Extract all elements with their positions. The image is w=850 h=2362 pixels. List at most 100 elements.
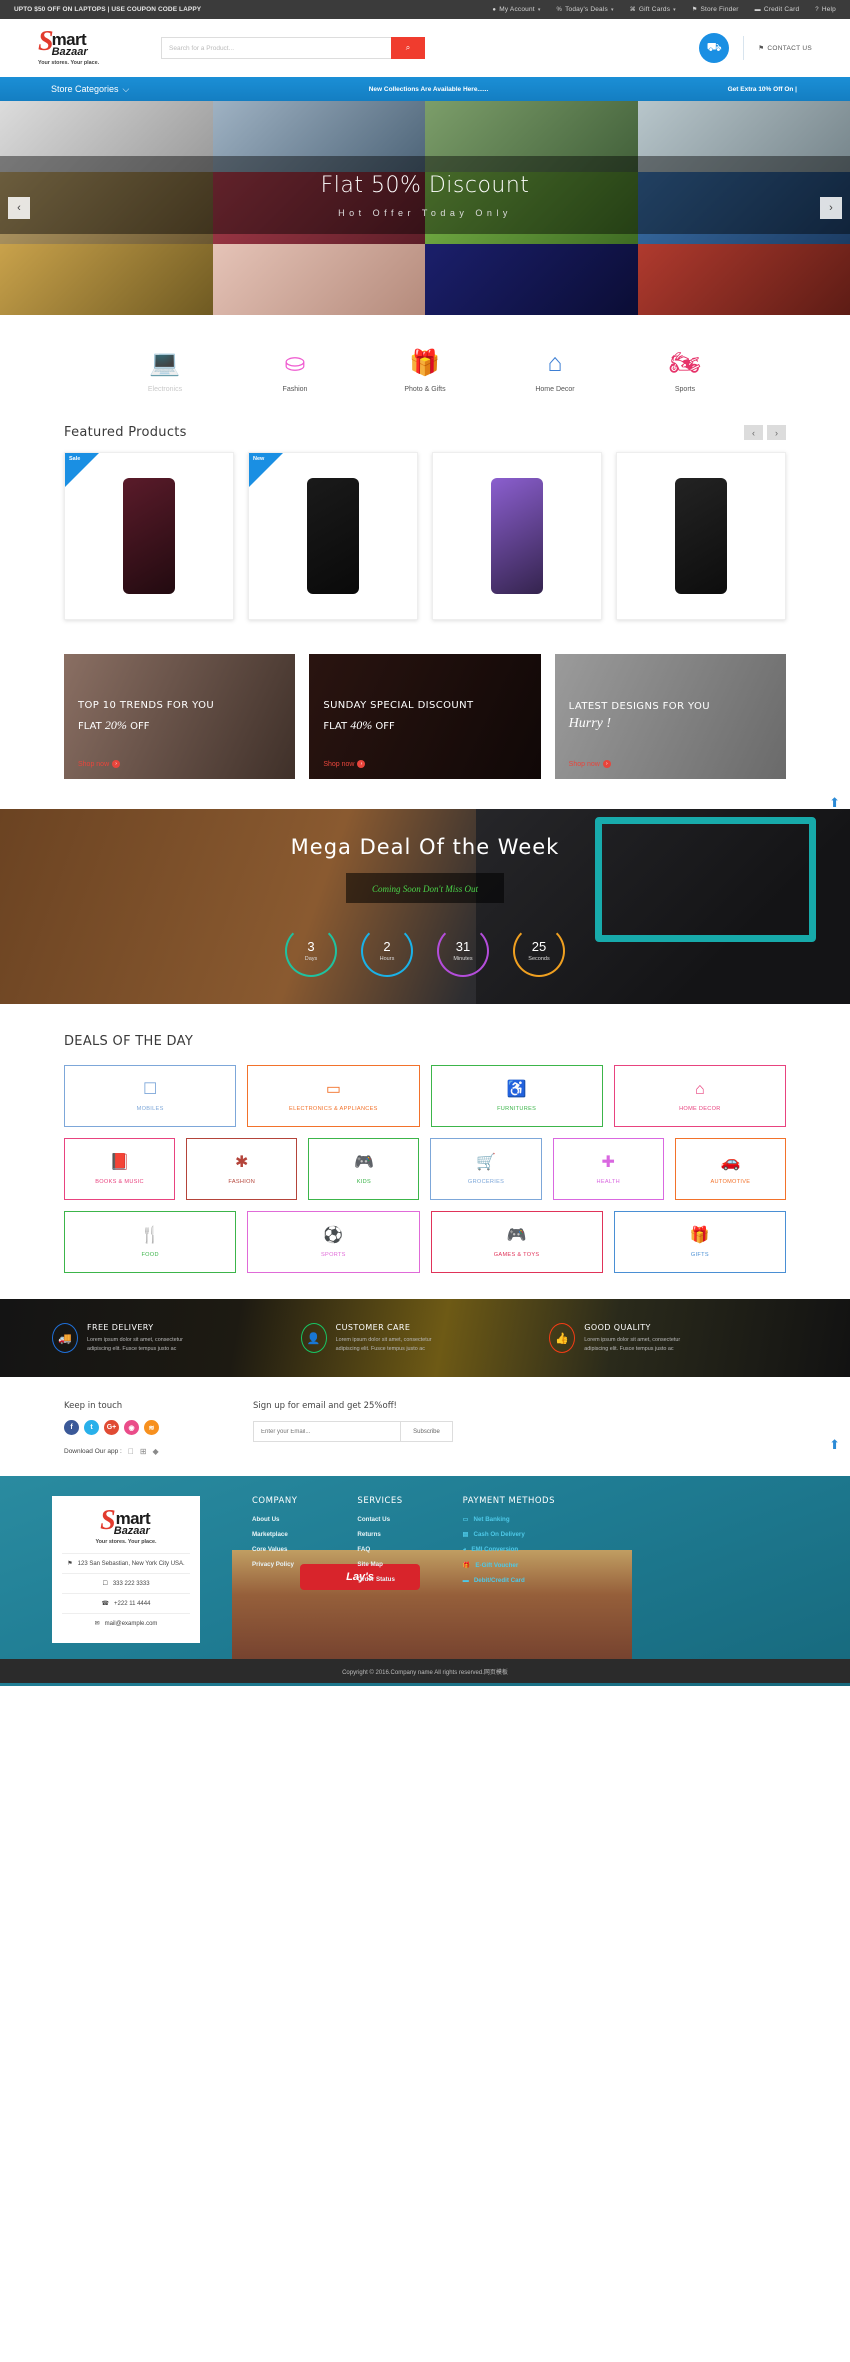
laptop-icon: ▭: [325, 1080, 341, 1098]
promo-percent: 20%: [104, 718, 127, 732]
site-logo[interactable]: S mart Bazaar Your stores. Your place.: [38, 27, 130, 66]
promo-banner-sunday-special[interactable]: SUNDAY SPECIAL DISCOUNT FLAT 40% OFF Shop …: [309, 654, 541, 779]
search-bar[interactable]: ⌕: [161, 37, 425, 59]
scroll-to-top-icon[interactable]: ⬆: [829, 795, 840, 811]
truck-icon: 🚚: [52, 1323, 78, 1353]
mobile-icon: ☐: [102, 1581, 108, 1587]
social-twitter-icon[interactable]: t: [84, 1420, 99, 1435]
deal-tile-books-music[interactable]: 📕 BOOKS & MUSIC: [64, 1138, 176, 1200]
top-links: ● My Account ▾ % Today's Deals ▾ ⌘ Gift Cards ▾ ⚑…: [492, 6, 836, 13]
deal-tile-sports[interactable]: ⚽ SPORTS: [247, 1211, 420, 1273]
subscribe-button[interactable]: Subscribe: [400, 1422, 452, 1441]
header-divider: [743, 36, 745, 60]
promo-off-label: OFF: [372, 721, 395, 732]
top-link-credit-card[interactable]: ▬ Credit Card: [755, 6, 800, 13]
payment-method-net-banking[interactable]: ▭ Net Banking: [463, 1516, 555, 1523]
deal-tile-label: FOOD: [141, 1251, 159, 1258]
footer-email-row[interactable]: ✉ mail@example.com: [62, 1613, 190, 1633]
deal-tile-automotive[interactable]: 🚗 AUTOMOTIVE: [674, 1138, 786, 1200]
featured-prev-button[interactable]: ‹: [744, 425, 763, 440]
search-button[interactable]: ⌕: [391, 37, 425, 59]
promo-banner-latest-designs[interactable]: LATEST DESIGNS FOR YOU Hurry ! Shop now ›: [554, 654, 786, 779]
payment-method-label: Debit/Credit Card: [473, 1577, 525, 1584]
hero-tile-coca-cola[interactable]: [637, 243, 850, 315]
cart-button[interactable]: ⛟: [699, 33, 730, 63]
top-link-today-s-deals[interactable]: % Today's Deals ▾: [557, 6, 614, 13]
deal-tile-kids[interactable]: 🎮 KIDS: [308, 1138, 420, 1200]
android-store-icon[interactable]: ◆: [153, 1447, 159, 1456]
deal-tile-food[interactable]: 🍴 FOOD: [64, 1211, 237, 1273]
apple-store-icon[interactable]: : [128, 1447, 134, 1456]
payment-method-emi-conversion[interactable]: ◕ EMI Conversion: [463, 1546, 555, 1553]
payment-method-e-gift-voucher[interactable]: 🎁 E-Gift Voucher: [463, 1561, 555, 1570]
contact-us-link[interactable]: ⚑ CONTACT US: [758, 44, 812, 53]
social-rss-icon[interactable]: ≋: [144, 1420, 159, 1435]
hero-next-button[interactable]: ›: [820, 197, 842, 219]
category-fashion[interactable]: ⛀ Fashion: [259, 348, 331, 393]
product-card-digital-camera[interactable]: [432, 452, 602, 620]
shop-now-label: Shop now: [323, 760, 355, 768]
deal-tile-label: KIDS: [356, 1178, 372, 1185]
gift-icon: ⌘: [629, 7, 636, 13]
top-link-store-finder[interactable]: ⚑ Store Finder: [692, 6, 739, 13]
deal-tile-home-decor[interactable]: ⌂ HOME DECOR: [613, 1065, 786, 1127]
hero-tile-pink-crib[interactable]: [212, 243, 425, 315]
product-card-refrigerator[interactable]: Sale: [64, 452, 234, 620]
windows-store-icon[interactable]: ⊞: [140, 1447, 147, 1456]
deal-tile-fashion[interactable]: ✱ FASHION: [186, 1138, 298, 1200]
shop-now-link[interactable]: Shop now ›: [323, 760, 366, 768]
shopping-cart-icon: ⛟: [706, 40, 722, 54]
deal-tile-mobiles[interactable]: ☐ MOBILES: [64, 1065, 237, 1127]
shop-now-link[interactable]: Shop now ›: [569, 760, 611, 768]
footer-link[interactable]: About Us: [252, 1516, 297, 1523]
deals-row-2: 📕 BOOKS & MUSIC ✱ FASHION 🎮 KIDS 🛒 GROCERIES ✚ HE…: [64, 1138, 786, 1200]
deal-tile-furnitures[interactable]: ♿ FURNITURES: [430, 1065, 603, 1127]
payment-method-debit-credit-card[interactable]: ▬ Debit/Credit Card: [463, 1577, 555, 1584]
email-input[interactable]: [254, 1422, 400, 1441]
footer-link[interactable]: Core Values: [252, 1546, 297, 1553]
deal-tile-label: GROCERIES: [467, 1178, 505, 1185]
search-input[interactable]: [161, 37, 391, 59]
service-good-quality: 👍 GOOD QUALITY Lorem ipsum dolor sit amet,…: [549, 1323, 798, 1354]
footer-logo[interactable]: S mart Bazaar Your stores. Your place.: [80, 1507, 172, 1546]
product-badge-label: Sale: [69, 456, 81, 462]
category-photo-gifts[interactable]: 🎁 Photo & Gifts: [389, 348, 461, 393]
featured-next-button[interactable]: ›: [767, 425, 786, 440]
category-sports[interactable]: 🏍 Sports: [649, 348, 721, 393]
subscribe-form[interactable]: Subscribe: [253, 1421, 453, 1442]
download-app-label: Download Our app :: [64, 1448, 122, 1455]
hero-tile-supermarket[interactable]: [0, 243, 213, 315]
location-pin-icon: ⚑: [691, 7, 698, 13]
hero-tile-jewelry-necklace[interactable]: [425, 243, 638, 315]
footer-link[interactable]: FAQ: [357, 1546, 402, 1553]
store-categories-menu[interactable]: Store Categories ⌵: [51, 84, 129, 95]
top-link-help[interactable]: ? Help: [815, 6, 836, 13]
footer-link[interactable]: Site Map: [357, 1561, 402, 1568]
promo-banner-top-trends[interactable]: TOP 10 TRENDS FOR YOU FLAT 20% OFF Shop no…: [64, 654, 296, 779]
deal-tile-gifts[interactable]: 🎁 GIFTS: [613, 1211, 786, 1273]
social-google-plus-icon[interactable]: G+: [104, 1420, 119, 1435]
category-home-decor[interactable]: ⌂ Home Decor: [519, 348, 591, 393]
social-dribbble-icon[interactable]: ◉: [124, 1420, 139, 1435]
shop-now-link[interactable]: Shop now ›: [78, 760, 121, 768]
payment-method-cash-on-delivery[interactable]: ▤ Cash On Delivery: [463, 1531, 555, 1538]
deal-tile-games-toys[interactable]: 🎮 GAMES & TOYS: [430, 1211, 603, 1273]
deal-tile-groceries[interactable]: 🛒 GROCERIES: [430, 1138, 542, 1200]
top-link-gift-cards[interactable]: ⌘ Gift Cards ▾: [630, 6, 676, 13]
footer-link[interactable]: Order Status: [357, 1576, 402, 1583]
deal-tile-electronics-appliances[interactable]: ▭ ELECTRONICS & APPLIANCES: [247, 1065, 420, 1127]
footer-link[interactable]: Marketplace: [252, 1531, 297, 1538]
promo-off-label: OFF: [126, 721, 150, 732]
deal-tile-health[interactable]: ✚ HEALTH: [552, 1138, 664, 1200]
footer-link[interactable]: Privacy Policy: [252, 1561, 297, 1568]
contact-us-label: CONTACT US: [767, 44, 812, 52]
social-facebook-icon[interactable]: f: [64, 1420, 79, 1435]
footer-link[interactable]: Contact Us: [357, 1516, 402, 1523]
hero-prev-button[interactable]: ‹: [8, 197, 30, 219]
category-electronics[interactable]: 💻 Electronics: [129, 348, 201, 393]
top-link-my-account[interactable]: ● My Account ▾: [492, 6, 540, 13]
scroll-to-top-icon-2[interactable]: ⬆: [829, 1437, 840, 1453]
product-card-smartphone[interactable]: New: [248, 452, 418, 620]
footer-link[interactable]: Returns: [357, 1531, 402, 1538]
product-card-speaker-system[interactable]: [616, 452, 786, 620]
